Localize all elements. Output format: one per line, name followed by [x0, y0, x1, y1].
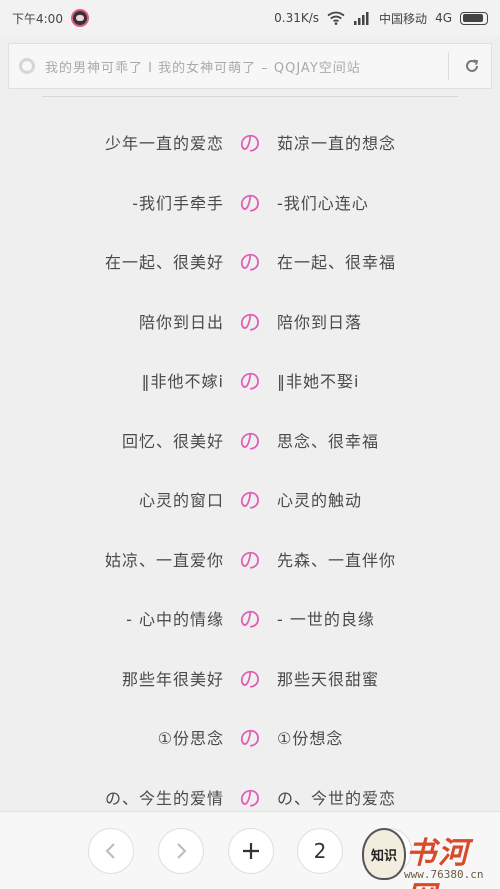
separator-glyph: の: [238, 310, 261, 336]
back-icon: [105, 843, 115, 859]
line-left-text: -我们手牵手: [132, 193, 224, 213]
status-bar: 下午4:00 0.31K/s 中国移动 4G: [0, 0, 500, 36]
address-bar[interactable]: 我的男神可乖了 I 我的女神可萌了 – QQJAY空间站: [8, 43, 492, 89]
line-right-text: 思念、很幸福: [277, 431, 380, 451]
content-divider: [42, 96, 458, 97]
line-left-text: ①份思念: [157, 729, 224, 748]
forward-icon: [177, 843, 187, 859]
text-line: 在一起、很美好の在一起、很幸福: [0, 231, 500, 291]
line-left-text: ‖非他不嫁i: [141, 372, 224, 391]
line-left-text: 心灵的窗口: [138, 491, 224, 510]
line-right-text: ‖非她不娶i: [277, 372, 360, 391]
separator-glyph: の: [238, 667, 261, 693]
signal-icon: [354, 12, 369, 25]
new-tab-button[interactable]: [228, 828, 274, 874]
text-line: -我们手牵手の -我们心连心: [0, 172, 500, 232]
page-title[interactable]: 我的男神可乖了 I 我的女神可萌了 – QQJAY空间站: [45, 57, 440, 76]
line-right-text: の、今世的爱恋: [277, 788, 397, 808]
battery-icon: [460, 11, 488, 25]
text-content: 少年一直的爱恋の茹凉一直的想念 -我们手牵手の -我们心连心 在一起、很美好の在一起、…: [0, 112, 500, 826]
line-right-text: 心灵的触动: [277, 491, 363, 510]
text-line: - 心中的情缘の - 一世的良缘: [0, 588, 500, 648]
avatar-icon: [70, 9, 89, 27]
text-line: 回忆、很美好の思念、很幸福: [0, 410, 500, 470]
line-left-text: 那些年很美好: [121, 669, 224, 689]
separator-glyph: の: [238, 132, 261, 157]
separator-glyph: の: [238, 548, 261, 574]
line-left-text: 在一起、很美好: [104, 253, 224, 272]
wifi-icon: [327, 11, 345, 25]
line-right-text: 先森、一直伴你: [277, 550, 397, 570]
separator-glyph: の: [238, 489, 261, 514]
network-speed: 0.31K/s: [274, 11, 320, 25]
line-right-text: 在一起、很幸福: [277, 253, 397, 272]
line-right-text: 茹凉一直的想念: [277, 134, 397, 153]
text-line: 陪你到日出の陪你到日落: [0, 291, 500, 351]
tab-count-button[interactable]: 2: [297, 828, 343, 874]
line-left-text: 陪你到日出: [138, 312, 224, 332]
watermark-logo: 知识: [362, 828, 406, 880]
text-line: ‖非他不嫁i の ‖非她不娶i: [0, 350, 500, 410]
separator-glyph: の: [238, 727, 261, 752]
refresh-icon[interactable]: [463, 57, 481, 75]
line-left-text: - 心中的情缘: [126, 610, 224, 629]
line-left-text: 姑凉、一直爱你: [104, 550, 224, 570]
separator-glyph: の: [238, 786, 261, 812]
forward-button[interactable]: [158, 828, 204, 874]
line-left-text: 回忆、很美好: [121, 431, 224, 451]
line-left-text: 少年一直的爱恋: [104, 134, 224, 153]
text-line: 那些年很美好の那些天很甜蜜: [0, 648, 500, 708]
line-right-text: 那些天很甜蜜: [277, 669, 380, 689]
text-line: 心灵的窗口の心灵的触动: [0, 469, 500, 529]
back-button[interactable]: [88, 828, 134, 874]
separator-glyph: の: [238, 429, 261, 455]
line-right-text: ①份想念: [277, 729, 344, 748]
carrier-name: 中国移动: [379, 11, 428, 26]
text-line: 少年一直的爱恋の茹凉一直的想念: [0, 112, 500, 172]
address-bar-divider: [448, 52, 449, 80]
separator-glyph: の: [238, 251, 261, 276]
line-right-text: - 一世的良缘: [277, 610, 375, 629]
site-watermark: 知识 书河网 www.76380.cn: [360, 822, 500, 889]
line-right-text: -我们心连心: [277, 193, 369, 213]
text-line: 姑凉、一直爱你の先森、一直伴你: [0, 529, 500, 589]
separator-glyph: の: [238, 370, 261, 395]
status-time: 下午4:00: [12, 11, 63, 26]
network-type: 4G: [435, 11, 452, 25]
separator-glyph: の: [238, 191, 261, 217]
separator-glyph: の: [238, 608, 261, 633]
line-right-text: 陪你到日落: [277, 312, 363, 332]
plus-icon: [243, 843, 259, 859]
page-loading-icon: [19, 58, 35, 74]
text-line: ①份思念の ①份想念: [0, 707, 500, 767]
line-left-text: の、今生的爱情: [104, 788, 224, 808]
tab-count: 2: [313, 839, 327, 863]
watermark-url: www.76380.cn: [404, 868, 484, 881]
